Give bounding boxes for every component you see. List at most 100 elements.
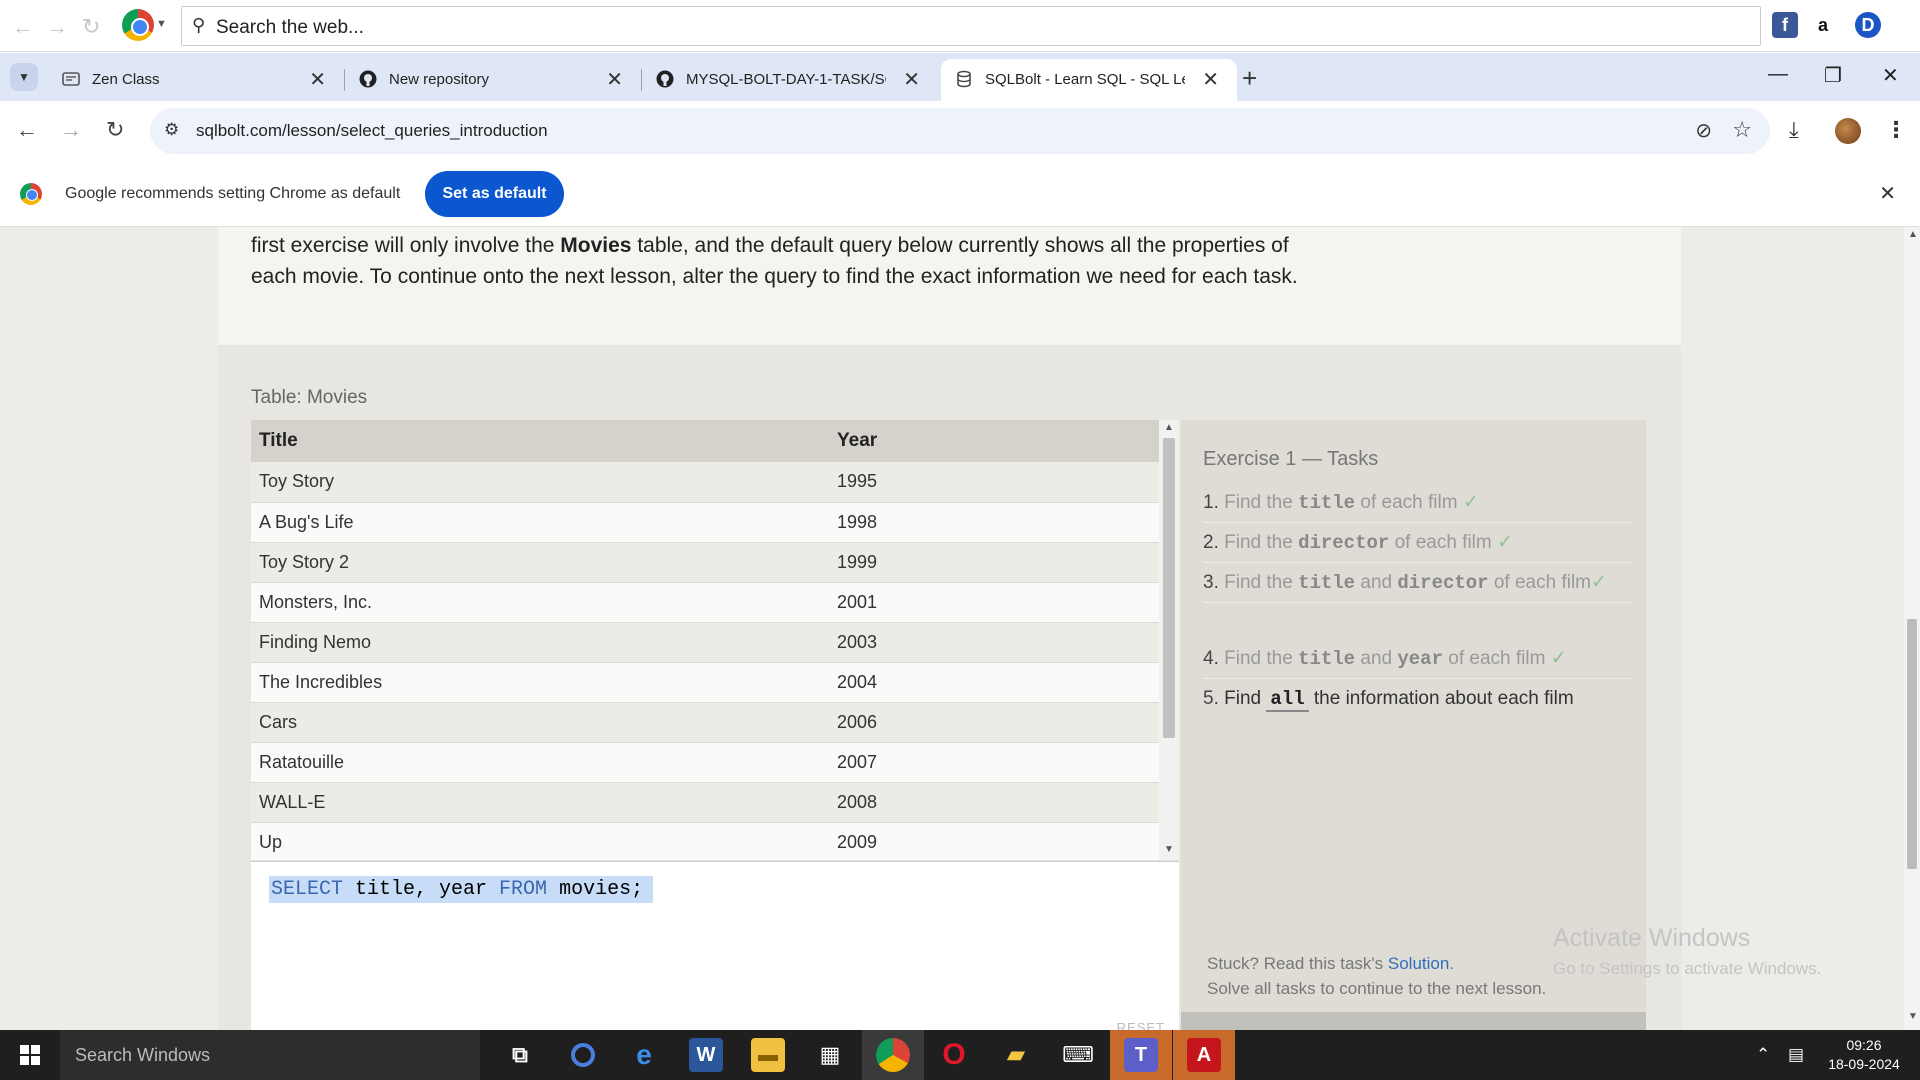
reset-button[interactable]: RESET <box>1117 1020 1165 1030</box>
finish-tasks-button[interactable]: Finish above Tasks <box>1181 1012 1646 1030</box>
site-settings-icon[interactable]: ⚙ <box>164 120 179 140</box>
notifications-icon[interactable]: ▤ <box>1788 1045 1804 1065</box>
scrollbar-thumb[interactable] <box>1163 438 1175 738</box>
close-icon[interactable]: ✕ <box>903 67 920 92</box>
close-icon[interactable]: ✕ <box>606 67 623 92</box>
scroll-down-icon[interactable]: ▼ <box>1908 1011 1918 1022</box>
task-item: 3. Find the title and director of each f… <box>1203 568 1633 603</box>
download-icon[interactable]: ⤓ <box>1789 117 1799 143</box>
scroll-down-icon[interactable]: ▼ <box>1164 844 1174 855</box>
tab-label: MYSQL-BOLT-DAY-1-TASK/SQL <box>686 71 886 88</box>
table-row: Cars 2006 <box>251 702 1159 743</box>
address-bar[interactable]: ⚙ sqlbolt.com/lesson/select_queries_intr… <box>150 108 1770 154</box>
profile-avatar[interactable] <box>1835 118 1861 144</box>
system-clock[interactable]: 09:26 18-09-2024 <box>1822 1036 1906 1074</box>
stuck-hint: Stuck? Read this task's Solution. <box>1207 954 1455 973</box>
table-row: Up 2009 <box>251 822 1159 860</box>
set-as-default-button[interactable]: Set as default <box>425 171 564 217</box>
scroll-up-icon[interactable]: ▲ <box>1164 422 1174 433</box>
tab-label: Zen Class <box>92 71 160 88</box>
tasks-heading: Exercise 1 — Tasks <box>1203 448 1379 470</box>
tab-zen-class[interactable]: Zen Class ✕ <box>48 59 344 101</box>
cortana-icon[interactable] <box>566 1038 600 1072</box>
close-icon[interactable]: ✕ <box>1879 181 1896 206</box>
check-icon: ✓ <box>1497 532 1513 553</box>
forward-icon[interactable]: → <box>60 117 82 143</box>
movie-title-cell: A Bug's Life <box>251 502 829 543</box>
more-menu-icon[interactable]: ⋮ <box>1885 117 1907 143</box>
reload-icon[interactable]: ↻ <box>82 14 100 40</box>
restore-icon[interactable]: ❐ <box>1824 63 1842 88</box>
address-row: ← → ↻ ⚙ sqlbolt.com/lesson/select_querie… <box>0 101 1920 161</box>
tab-search-chevron-icon[interactable]: ▼ <box>10 63 38 91</box>
sql-query-text[interactable]: SELECT title, year FROM movies; <box>269 876 654 903</box>
movie-year-cell: 2004 <box>829 662 1159 703</box>
teams-icon[interactable]: T <box>1124 1038 1158 1072</box>
movies-table: Title Year Toy Story 1995 A Bug's Life 1998… <box>251 420 1159 860</box>
opera-icon[interactable]: O <box>937 1038 971 1072</box>
back-arrow-icon[interactable]: ← <box>12 14 34 40</box>
chevron-down-icon[interactable]: ▼ <box>156 18 167 30</box>
movie-title-cell: Up <box>251 822 829 860</box>
task-item: 2. Find the director of each film ✓ <box>1203 528 1633 563</box>
tray-chevron-up-icon[interactable]: ⌃ <box>1756 1045 1770 1065</box>
sql-query-editor[interactable]: SELECT title, year FROM movies; RESET <box>251 861 1179 1030</box>
table-row: Ratatouille 2007 <box>251 742 1159 783</box>
movies-table-container[interactable]: Title Year Toy Story 1995 A Bug's Life 1998… <box>251 420 1179 860</box>
reload-icon[interactable]: ↻ <box>106 117 124 143</box>
movie-year-cell: 2009 <box>829 822 1159 860</box>
facebook-icon[interactable]: f <box>1772 12 1798 38</box>
solution-link[interactable]: Solution <box>1388 954 1449 973</box>
movie-year-cell: 2008 <box>829 782 1159 823</box>
sticky-notes-icon[interactable]: ▰ <box>999 1038 1033 1072</box>
movie-title-cell: Cars <box>251 702 829 743</box>
d-icon[interactable]: D <box>1855 12 1881 38</box>
chrome-taskbar-icon[interactable] <box>876 1038 910 1072</box>
file-explorer-icon[interactable]: ▬ <box>751 1038 785 1072</box>
tab-mysql-bolt[interactable]: MYSQL-BOLT-DAY-1-TASK/SQL ✕ <box>642 59 938 101</box>
new-tab-plus-icon[interactable]: + <box>1242 63 1257 94</box>
tab-strip: ▼ Zen Class ✕ New repository ✕ MYSQL-BOL… <box>0 53 1920 101</box>
table-scrollbar[interactable]: ▲ ▼ <box>1159 420 1179 860</box>
movie-title-cell: Toy Story <box>251 462 829 503</box>
close-icon[interactable]: ✕ <box>309 67 326 92</box>
internet-explorer-icon[interactable]: e <box>627 1038 661 1072</box>
minimize-icon[interactable]: — <box>1768 63 1788 86</box>
tab-new-repository[interactable]: New repository ✕ <box>345 59 641 101</box>
taskbar-search[interactable]: Search Windows <box>60 1030 480 1080</box>
github-icon <box>656 70 674 88</box>
column-header-year: Year <box>829 420 1159 462</box>
window-close-icon[interactable]: ✕ <box>1882 63 1899 88</box>
eye-off-icon[interactable]: ⊘ <box>1695 118 1712 143</box>
word-icon[interactable]: W <box>689 1038 723 1072</box>
bookmark-star-icon[interactable]: ☆ <box>1732 117 1752 143</box>
movie-year-cell: 1995 <box>829 462 1159 503</box>
table-row: Toy Story 1995 <box>251 462 1159 503</box>
web-search-placeholder: Search the web... <box>216 17 364 38</box>
back-icon[interactable]: ← <box>16 117 38 143</box>
url-text[interactable]: sqlbolt.com/lesson/select_queries_introd… <box>196 121 548 141</box>
exercise-panel: Table: Movies Title Year Toy Story 1995 A … <box>218 345 1681 1030</box>
zen-class-icon <box>62 72 80 86</box>
forward-arrow-icon[interactable]: → <box>46 14 68 40</box>
page-viewport: first exercise will only involve the Mov… <box>0 227 1904 1030</box>
chrome-logo-icon[interactable] <box>122 9 154 41</box>
amazon-icon[interactable]: a <box>1810 12 1836 38</box>
close-icon[interactable]: ✕ <box>1202 67 1219 92</box>
movie-title-cell: Finding Nemo <box>251 622 829 663</box>
acrobat-icon[interactable]: A <box>1187 1038 1221 1072</box>
scrollbar-thumb[interactable] <box>1907 619 1917 869</box>
table-row: Toy Story 2 1999 <box>251 542 1159 583</box>
table-row: Monsters, Inc. 2001 <box>251 582 1159 623</box>
task-view-icon[interactable]: ⧉ <box>503 1038 537 1072</box>
page-scrollbar[interactable]: ▲ ▼ <box>1904 227 1920 1030</box>
web-search-input[interactable]: ⚲ Search the web... <box>181 6 1761 46</box>
exercise-tasks-panel: Exercise 1 — Tasks 1. Find the title of … <box>1181 420 1646 860</box>
windows-start-icon[interactable] <box>20 1045 40 1065</box>
top-search-bar: ← → ↻ ▼ ⚲ Search the web... f a D <box>0 0 1920 52</box>
tab-sqlbolt[interactable]: SQLBolt - Learn SQL - SQL Lesson ✕ <box>941 59 1237 101</box>
feedback-icon[interactable]: ⌨ <box>1061 1038 1095 1072</box>
scroll-up-icon[interactable]: ▲ <box>1908 229 1918 240</box>
movie-title-cell: WALL-E <box>251 782 829 823</box>
store-icon[interactable]: ▦ <box>813 1038 847 1072</box>
